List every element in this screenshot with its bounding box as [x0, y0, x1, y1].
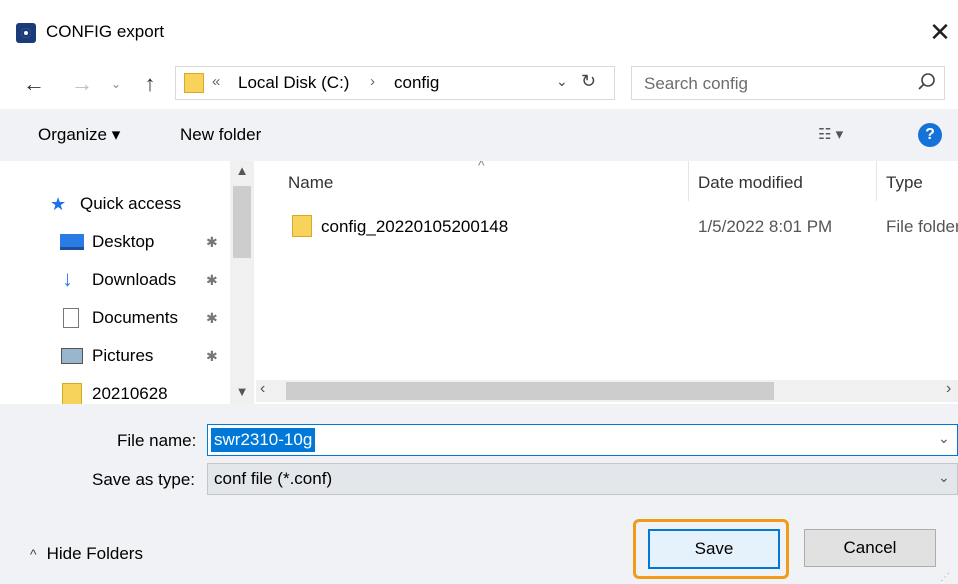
file-name-dropdown-icon[interactable]: ⌄	[938, 430, 950, 447]
folder-icon	[292, 215, 312, 237]
title-bar: CONFIG export ✕	[0, 0, 958, 62]
sidebar-item-desktop[interactable]: Desktop ✱	[60, 227, 230, 257]
sidebar-item-label: Quick access	[80, 194, 182, 213]
sidebar-item-downloads[interactable]: ↓ Downloads ✱	[60, 265, 230, 295]
documents-icon	[63, 308, 79, 328]
breadcrumb-local-disk[interactable]: Local Disk (C:)	[238, 73, 349, 93]
chevron-up-icon: ^	[30, 546, 37, 562]
new-folder-button[interactable]: New folder	[180, 125, 261, 145]
horizontal-scroll-thumb[interactable]	[286, 382, 774, 400]
column-header-type[interactable]: Type	[886, 173, 923, 193]
breadcrumb-config[interactable]: config	[394, 73, 439, 93]
star-icon: ★	[50, 194, 67, 214]
back-arrow-icon[interactable]: ←	[22, 70, 46, 98]
column-divider[interactable]	[876, 161, 877, 201]
hide-folders-label: Hide Folders	[46, 544, 143, 563]
refresh-icon[interactable]: ↻	[581, 71, 596, 92]
sidebar-scroll-thumb[interactable]	[233, 186, 251, 258]
navigation-pane: ★ Quick access Desktop ✱ ↓ Downloads ✱ D…	[0, 161, 256, 404]
pin-icon[interactable]: ✱	[206, 227, 218, 257]
save-form: File name: swr2310-10g ⌄ Save as type: c…	[0, 404, 958, 584]
scroll-right-icon[interactable]: ›	[946, 380, 951, 398]
cancel-button[interactable]: Cancel	[804, 529, 936, 567]
sidebar-item-label: Desktop	[92, 232, 155, 251]
folder-icon	[184, 73, 204, 93]
sidebar-item-label: Downloads	[92, 270, 177, 289]
breadcrumb-overflow-icon[interactable]: «	[212, 73, 220, 90]
desktop-icon	[60, 234, 84, 250]
address-dropdown-icon[interactable]: ⌄	[556, 73, 568, 90]
scroll-down-icon[interactable]: ▼	[231, 384, 253, 399]
folder-icon	[62, 383, 82, 404]
search-input[interactable]	[632, 67, 916, 101]
pin-icon[interactable]: ✱	[206, 341, 218, 371]
file-name-label: File name:	[117, 431, 197, 450]
command-bar: Organize ▾ New folder ☷ ▾ ?	[0, 109, 958, 161]
organize-button[interactable]: Organize ▾	[38, 125, 120, 145]
column-header-date-modified[interactable]: Date modified	[698, 173, 803, 193]
save-type-select[interactable]: conf file (*.conf) ⌄	[207, 463, 958, 495]
breadcrumb-separator-icon[interactable]: ›	[370, 73, 375, 90]
window-title: CONFIG export	[46, 22, 165, 41]
sidebar-item-label: 20210628	[92, 384, 168, 403]
horizontal-scrollbar[interactable]: ‹ ›	[256, 380, 958, 402]
file-date: 1/5/2022 8:01 PM	[698, 217, 833, 236]
view-options-icon[interactable]: ☷ ▾	[818, 125, 843, 143]
hide-folders-button[interactable]: ^ Hide Folders	[30, 544, 143, 564]
save-button[interactable]: Save	[648, 529, 780, 569]
file-list: ^ Name Date modified Type config_2022010…	[256, 161, 958, 404]
up-arrow-icon[interactable]: ↑	[138, 70, 162, 98]
sidebar-item-pictures[interactable]: Pictures ✱	[60, 341, 230, 371]
save-type-value: conf file (*.conf)	[214, 469, 333, 488]
pictures-icon	[61, 348, 83, 364]
table-row[interactable]: config_20220105200148 1/5/2022 8:01 PM F…	[286, 211, 958, 241]
search-icon[interactable]	[916, 71, 938, 93]
save-type-dropdown-icon[interactable]: ⌄	[938, 469, 950, 486]
download-icon: ↓	[62, 266, 73, 291]
scroll-up-icon[interactable]: ▲	[231, 163, 253, 178]
sidebar-item-label: Pictures	[92, 346, 154, 365]
help-icon[interactable]: ?	[918, 123, 942, 147]
sidebar-item-label: Documents	[92, 308, 178, 327]
pin-icon[interactable]: ✱	[206, 303, 218, 333]
sidebar-item-documents[interactable]: Documents ✱	[60, 303, 230, 333]
forward-arrow-icon[interactable]: →	[70, 70, 94, 98]
column-header-name[interactable]: Name	[288, 173, 333, 193]
resize-grip[interactable]: ⋰	[940, 572, 950, 583]
column-divider[interactable]	[688, 161, 689, 201]
pin-icon[interactable]: ✱	[206, 265, 218, 295]
sort-ascending-icon: ^	[478, 161, 485, 173]
scroll-left-icon[interactable]: ‹	[260, 380, 265, 398]
address-bar[interactable]: « Local Disk (C:) › config ⌄ ↻	[175, 66, 615, 100]
file-name: config_20220105200148	[321, 217, 509, 236]
file-name-field[interactable]: swr2310-10g ⌄	[207, 424, 958, 456]
app-icon	[16, 23, 36, 43]
file-type: File folder	[886, 217, 958, 236]
close-icon[interactable]: ✕	[922, 14, 958, 50]
recent-locations-chevron-icon[interactable]: ⌄	[108, 72, 124, 96]
search-box	[631, 66, 945, 101]
save-type-label: Save as type:	[92, 470, 196, 489]
file-name-value[interactable]: swr2310-10g	[211, 428, 316, 452]
